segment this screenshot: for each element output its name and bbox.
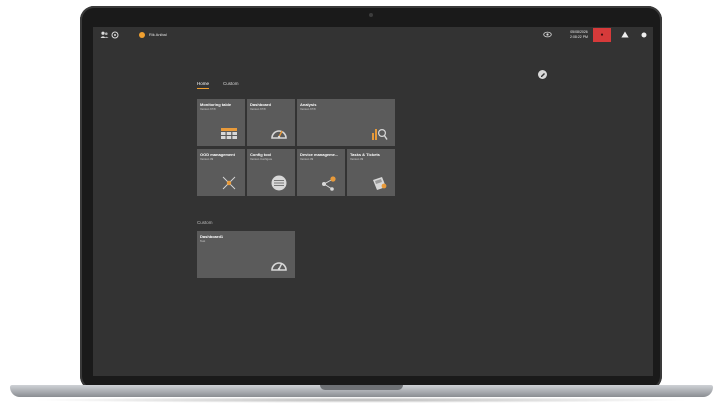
date-time: 05/08/2026 2:08:22 PM — [564, 30, 594, 40]
top-bar: Rik Anibal 05/08/2026 2:08:22 PM ● — [93, 27, 653, 44]
tile-subtitle: Version Configure — [250, 157, 273, 161]
alarm-button[interactable]: ● — [593, 28, 611, 42]
tile-subtitle: Version 67/8 — [200, 107, 216, 111]
laptop-notch — [320, 385, 403, 390]
laptop-shadow — [30, 397, 693, 403]
tile-analysis[interactable]: Analysis Version 67/8 — [297, 99, 395, 146]
user-avatar[interactable] — [139, 32, 145, 38]
time-label: 2:08:22 PM — [570, 35, 588, 39]
app-screen: Rik Anibal 05/08/2026 2:08:22 PM ● Home … — [93, 27, 653, 376]
tile-tasks-tickets[interactable]: Tasks & Tickets Version 09 — [347, 149, 395, 196]
tile-subtitle: Test — [200, 239, 206, 243]
eye-icon[interactable] — [543, 31, 552, 41]
tile-config-tool[interactable]: Config tool Version Configure — [247, 149, 295, 196]
tile-subtitle: Version 09 — [350, 157, 364, 161]
device-network-icon — [322, 176, 336, 191]
pencil-icon — [540, 72, 545, 77]
tile-subtitle: Version 09 — [200, 157, 214, 161]
tile-subtitle: Version 67/8 — [300, 107, 316, 111]
camera — [369, 13, 373, 17]
analysis-icon — [372, 128, 388, 140]
tile-ood-management[interactable]: OOD management Version 09 — [197, 149, 245, 196]
warning-icon[interactable] — [621, 31, 629, 41]
custom-section-label: Custom — [197, 220, 213, 225]
tile-subtitle: Version 67/8 — [250, 107, 266, 111]
tile-subtitle: Version 09 — [300, 157, 314, 161]
settings-icon[interactable] — [111, 31, 119, 42]
tile-monitoring-table[interactable]: Monitoring table Version 67/8 — [197, 99, 245, 146]
tile-dashboard1[interactable]: Dashboard1 Test — [197, 231, 295, 278]
tile-device-management[interactable]: Device manageme... Version 09 — [297, 149, 345, 196]
tasks-icon — [373, 177, 387, 190]
tab-custom[interactable]: Custom — [223, 81, 239, 87]
config-icon — [271, 175, 287, 191]
gauge-icon — [271, 130, 287, 139]
network-icon — [222, 176, 236, 190]
table-icon — [221, 128, 237, 139]
edit-button[interactable] — [538, 70, 547, 79]
alarm-icon: ● — [600, 31, 604, 38]
gauge-icon — [271, 262, 287, 271]
users-icon[interactable] — [100, 31, 109, 42]
tile-dashboard[interactable]: Dashboard Version 67/8 — [247, 99, 295, 146]
user-name[interactable]: Rik Anibal — [149, 32, 167, 38]
power-icon[interactable] — [641, 32, 647, 41]
tab-home[interactable]: Home — [197, 81, 210, 89]
